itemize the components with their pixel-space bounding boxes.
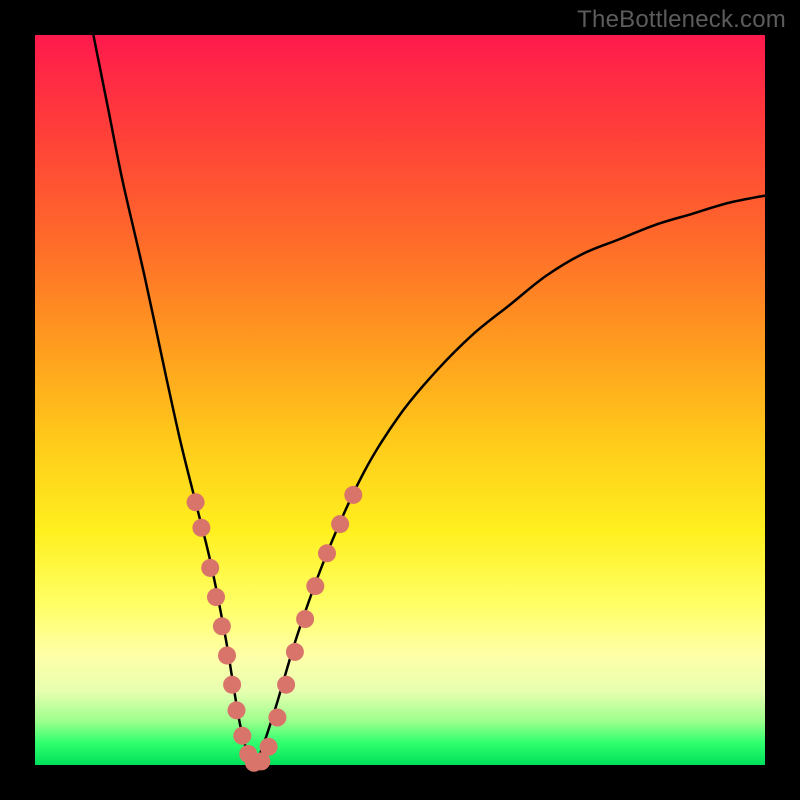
curve-marker	[268, 709, 286, 727]
curve-marker	[344, 486, 362, 504]
curve-marker	[286, 643, 304, 661]
curve-marker	[218, 647, 236, 665]
curve-marker	[223, 676, 241, 694]
curve-marker	[233, 727, 251, 745]
curve-marker	[296, 610, 314, 628]
curve-marker	[318, 544, 336, 562]
watermark-text: TheBottleneck.com	[577, 6, 786, 34]
curve-markers	[187, 486, 363, 772]
bottleneck-curve	[93, 35, 765, 765]
curve-marker	[306, 577, 324, 595]
curve-marker	[331, 515, 349, 533]
curve-marker	[213, 617, 231, 635]
curve-marker	[228, 701, 246, 719]
bottleneck-curve-svg	[35, 35, 765, 765]
chart-frame: TheBottleneck.com	[0, 0, 800, 800]
curve-marker	[192, 519, 210, 537]
curve-marker	[187, 493, 205, 511]
curve-marker	[260, 738, 278, 756]
curve-marker	[201, 559, 219, 577]
curve-marker	[207, 588, 225, 606]
plot-area	[35, 35, 765, 765]
curve-marker	[277, 676, 295, 694]
